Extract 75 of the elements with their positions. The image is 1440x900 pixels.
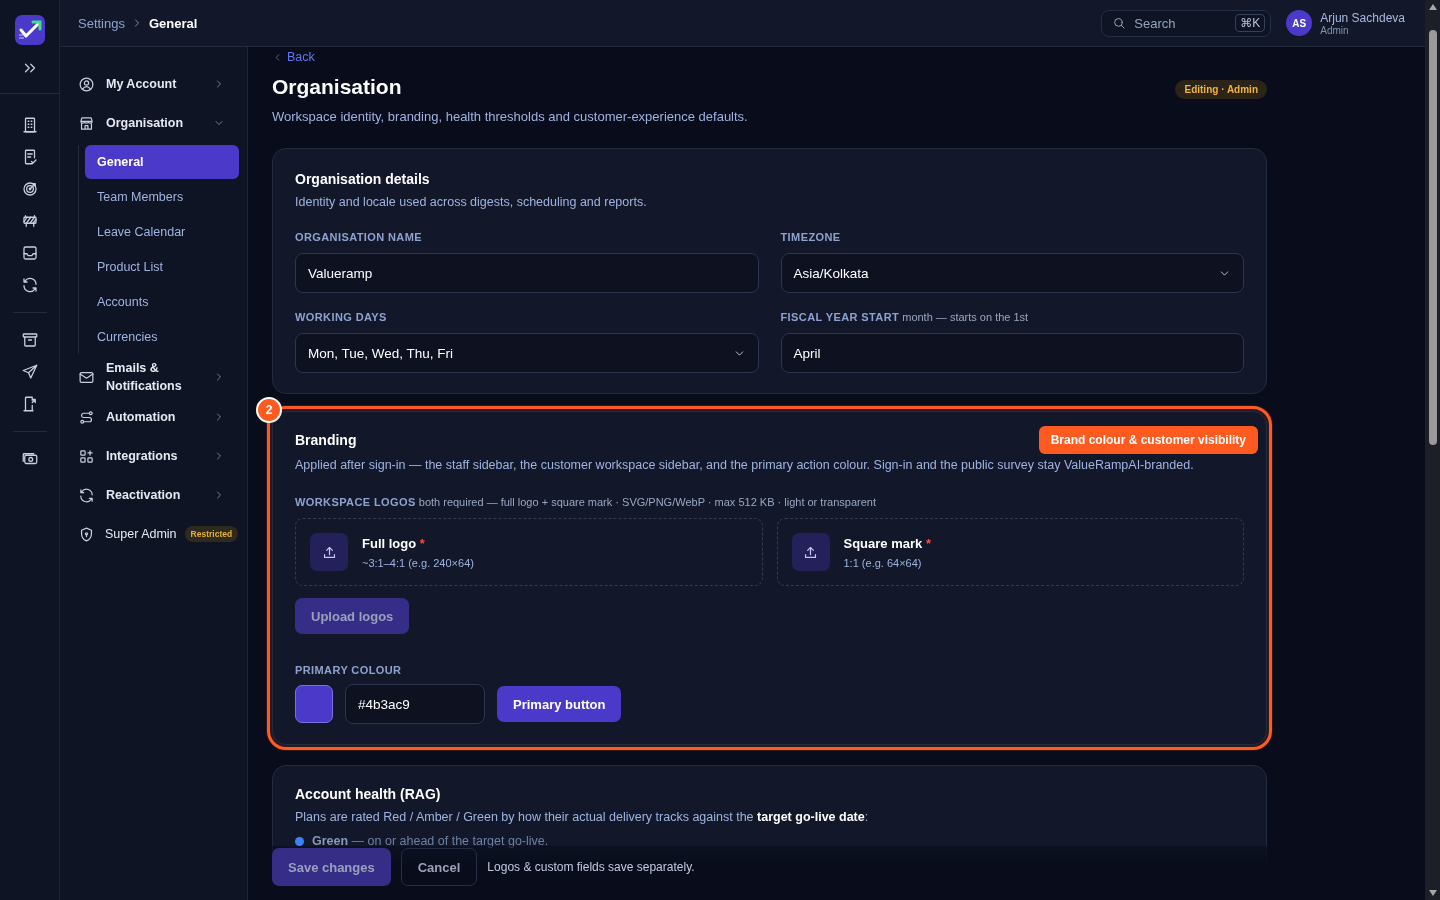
select-field[interactable]: Asia/Kolkata <box>780 253 1244 293</box>
card-title: Account health (RAG) <box>295 786 442 802</box>
building-icon[interactable] <box>20 116 39 134</box>
target-icon[interactable] <box>20 180 39 198</box>
input-field[interactable]: April <box>780 333 1244 373</box>
field-label: WORKSPACE LOGOS both required — full logo + square mark · SVG/PNG/WebP · max 512 KB · light or transparent <box>295 496 877 508</box>
rag-description: Green — on or ahead of the target go-live. <box>312 834 549 848</box>
refresh-icon[interactable] <box>20 276 39 294</box>
search-box[interactable]: Search ⌘K <box>1101 9 1272 37</box>
card-description: Plans are rated Red / Amber / Green by how their actual delivery tracks against the target go-live date: <box>295 810 870 824</box>
route-icon <box>78 408 95 426</box>
nav-item[interactable]: Reactivation <box>78 478 239 512</box>
user-avatar[interactable]: AS <box>1286 10 1313 36</box>
breadcrumb-item[interactable]: Settings <box>78 15 125 31</box>
input-field[interactable]: #4b3ac9 <box>345 684 485 724</box>
field-label: ORGANISATION NAME <box>295 231 423 243</box>
grid-icon <box>78 447 95 465</box>
upload-dropzone[interactable]: Full logo * ~3:1–4:1 (e.g. 240×64) <box>295 518 763 586</box>
search-input[interactable]: Search <box>1132 14 1230 32</box>
footer-note: Logos & custom fields save separately. <box>487 860 695 874</box>
upload-dropzone[interactable]: Square mark * 1:1 (e.g. 64×64) <box>776 518 1244 586</box>
card-description: Identity and locale used across digests, scheduling and reports. <box>295 195 648 209</box>
nav-item[interactable]: My Account <box>78 67 239 101</box>
user-icon <box>78 75 95 93</box>
refresh-icon <box>78 486 95 504</box>
nav-item[interactable]: Emails & Notifications <box>78 359 239 395</box>
nav-item[interactable]: Integrations <box>78 439 239 473</box>
upload-title: Full logo * <box>362 535 426 551</box>
field-label: FISCAL YEAR START month — starts on the 1st <box>780 311 1030 323</box>
nav-subitem[interactable]: Product List <box>85 250 239 284</box>
inbox-icon[interactable] <box>20 244 39 262</box>
card-description: Applied after sign-in — the staff sidebar, the customer workspace sidebar, and the primary action colour. Sign-in and the public survey stay ValueRampAI-branded. <box>295 458 1195 472</box>
upload-title: Square mark * <box>843 535 931 551</box>
nav-item[interactable]: Organisation <box>78 106 239 140</box>
nav-subitem[interactable]: Team Members <box>85 180 239 214</box>
user-name: Arjun Sachdeva <box>1320 10 1405 25</box>
field-label: WORKING DAYS <box>295 311 388 323</box>
restricted-badge: Restricted <box>184 526 239 542</box>
search-icon <box>1112 16 1127 30</box>
nav-subitem[interactable]: General <box>85 145 239 179</box>
field-label: PRIMARY COLOUR <box>295 664 403 676</box>
nav-subitem[interactable]: Leave Calendar <box>85 215 239 249</box>
card-title: Organisation details <box>295 171 431 187</box>
select-field[interactable]: Mon, Tue, Wed, Thu, Fri <box>295 333 759 373</box>
required-mark: * <box>419 535 425 551</box>
nav-subitem[interactable]: Currencies <box>85 320 239 354</box>
upload-hint: ~3:1–4:1 (e.g. 240×64) <box>362 556 474 569</box>
upload-hint: 1:1 (e.g. 64×64) <box>843 556 923 569</box>
breadcrumb-item: General <box>149 15 198 31</box>
scrollbar[interactable] <box>1425 0 1440 900</box>
barrier-icon[interactable] <box>20 212 39 230</box>
colour-swatch[interactable] <box>295 685 333 723</box>
store-icon <box>78 114 95 132</box>
send-icon[interactable] <box>20 363 39 381</box>
archive-icon[interactable] <box>20 331 39 349</box>
step-badge: 2 <box>256 397 282 423</box>
primary-button[interactable]: Primary button <box>497 686 622 722</box>
page-title: Organisation <box>272 75 403 99</box>
required-mark: * <box>925 535 931 551</box>
card-title: Branding <box>295 432 357 448</box>
nav-subitem[interactable]: Accounts <box>85 285 239 319</box>
feature-badge: Brand colour & customer visibility <box>1038 426 1258 454</box>
app-logo[interactable] <box>14 15 45 45</box>
exit-icon[interactable] <box>20 395 39 413</box>
nav-item[interactable]: Super Admin <box>78 517 177 551</box>
status-badge: Editing · Admin <box>1175 80 1267 99</box>
input-field[interactable]: Valueramp <box>295 253 759 293</box>
field-label: TIMEZONE <box>780 231 842 243</box>
shield-icon <box>78 525 95 543</box>
nav-item[interactable]: Automation <box>78 400 239 434</box>
cancel-button[interactable]: Cancel <box>400 848 478 886</box>
back-link[interactable]: Back <box>272 47 315 65</box>
user-role: Admin <box>1320 24 1350 36</box>
shortcut-key: ⌘K <box>1235 14 1266 32</box>
page-subtitle: Workspace identity, branding, health thresholds and customer-experience defaults. <box>272 109 748 124</box>
